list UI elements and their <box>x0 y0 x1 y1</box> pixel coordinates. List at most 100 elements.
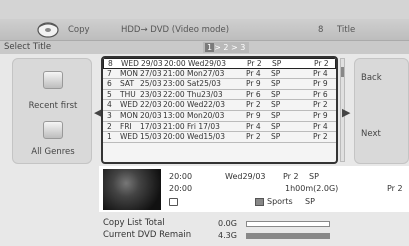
scroll-thumb[interactable] <box>341 67 344 77</box>
row-ch: Pr 9 <box>246 79 261 89</box>
row-time: 20:00 <box>163 132 185 142</box>
back-button[interactable]: Back <box>357 63 407 93</box>
info-end-time: 20:00 <box>169 184 193 193</box>
row-day: FRI <box>120 121 132 131</box>
row-name: Sat25/03 <box>187 79 221 89</box>
row-name: Wed22/03 <box>187 100 225 110</box>
all-genres-button[interactable]: All Genres <box>13 147 93 157</box>
row-ch: Pr 2 <box>246 132 261 142</box>
dvd-remain-label: Current DVD Remain <box>103 230 192 240</box>
row-ch: Pr 4 <box>246 121 261 131</box>
info-title: Wed29/03 <box>225 172 266 181</box>
row-num: 8 <box>108 59 113 68</box>
row-num: 2 <box>107 121 112 131</box>
row-day: WED <box>120 100 138 110</box>
row-ch2: Pr 4 <box>313 121 328 131</box>
dvd-remain-fill <box>247 234 329 238</box>
info-channel-right: Pr 2 <box>387 184 403 193</box>
current-page: 1 <box>205 43 215 52</box>
row-ch: Pr 4 <box>246 68 261 78</box>
title-word: Title <box>337 25 356 35</box>
action-panel: Back Next <box>354 58 409 164</box>
right-arrow-icon[interactable]: ▶ <box>342 106 350 119</box>
title-row[interactable]: 3 MON 20/03 13:00 Mon20/03 Pr 9 SP Pr 9 <box>103 111 336 122</box>
row-ch: Pr 9 <box>246 110 261 120</box>
row-time: 21:00 <box>163 121 185 131</box>
mode-label: Copy <box>68 25 90 35</box>
row-name: Mon20/03 <box>187 110 225 120</box>
title-row[interactable]: 2 FRI 17/03 21:00 Fri 17/03 Pr 4 SP Pr 4 <box>103 122 336 133</box>
title-row[interactable]: 5 THU 23/03 22:00 Thu23/03 Pr 6 SP Pr 6 <box>103 90 336 101</box>
copy-list-total-bar <box>246 221 330 227</box>
row-date: 29/03 <box>141 59 163 68</box>
info-genre: Sports <box>267 197 293 206</box>
row-name: Thu23/03 <box>187 89 223 99</box>
title-row[interactable]: 7 MON 27/03 21:00 Mon27/03 Pr 4 SP Pr 4 <box>103 69 336 80</box>
row-ch: Pr 2 <box>246 100 261 110</box>
row-time: 20:00 <box>163 100 185 110</box>
dvd-remain-value: 4.3G <box>218 231 237 240</box>
row-day: MON <box>120 110 138 120</box>
dvd-disc-icon <box>37 22 59 38</box>
row-date: 15/03 <box>140 132 162 142</box>
dvd-remain-bar <box>246 233 330 239</box>
row-time: 20:00 <box>164 59 186 68</box>
info-duration: 1h00m(2.0G) <box>285 184 339 193</box>
row-ch: Pr 6 <box>246 89 261 99</box>
row-num: 5 <box>107 89 112 99</box>
sort-panel: Recent first All Genres <box>12 58 92 164</box>
row-mode: SP <box>271 89 281 99</box>
row-ch2: Pr 4 <box>313 68 328 78</box>
title-row[interactable]: 4 WED 22/03 20:00 Wed22/03 Pr 2 SP Pr 2 <box>103 100 336 111</box>
row-date: 23/03 <box>140 89 162 99</box>
row-day: WED <box>121 59 139 68</box>
header-bar: Copy HDD→ DVD (Video mode) 8 Title <box>0 19 409 41</box>
row-ch2: Pr 2 <box>314 59 329 68</box>
row-day: THU <box>120 89 136 99</box>
row-name: Mon27/03 <box>187 68 225 78</box>
row-date: 20/03 <box>140 110 162 120</box>
row-date: 27/03 <box>140 68 162 78</box>
row-time: 13:00 <box>163 110 185 120</box>
row-ch: Pr 2 <box>247 59 262 68</box>
info-genre-mode: SP <box>305 197 315 206</box>
capacity-footer: Copy List Total 0.0G Current DVD Remain … <box>0 214 409 246</box>
title-thumbnail <box>103 169 161 210</box>
genre-badge-icon <box>255 198 264 206</box>
row-num: 4 <box>107 100 112 110</box>
row-num: 1 <box>107 132 112 142</box>
row-time: 22:00 <box>163 89 185 99</box>
row-name: Fri 17/03 <box>187 121 220 131</box>
other-pages: > 2 > 3 <box>214 43 246 52</box>
info-mode: SP <box>309 172 319 181</box>
title-info-box: 20:00 20:00 Wed29/03 Pr 2 SP 1h00m(2.0G)… <box>99 166 409 212</box>
title-row[interactable]: 1 WED 15/03 20:00 Wed15/03 Pr 2 SP Pr 2 <box>103 132 336 143</box>
row-day: MON <box>120 68 138 78</box>
row-time: 23:00 <box>163 79 185 89</box>
select-title-label: Select Title <box>4 42 52 52</box>
row-date: 25/03 <box>140 79 162 89</box>
copy-path: HDD→ DVD (Video mode) <box>121 25 230 35</box>
info-start-time: 20:00 <box>169 172 193 181</box>
recent-first-button[interactable]: Recent first <box>13 101 93 111</box>
title-row[interactable]: 8 WED 29/03 20:00 Wed29/03 Pr 2 SP Pr 2 <box>103 58 336 69</box>
copy-list-total-value: 0.0G <box>218 219 237 228</box>
row-mode: SP <box>271 132 281 142</box>
row-mode: SP <box>271 68 281 78</box>
row-num: 3 <box>107 110 112 120</box>
page-indicator[interactable]: 1 > 2 > 3 <box>203 42 249 53</box>
title-list: 8 WED 29/03 20:00 Wed29/03 Pr 2 SP Pr 2 7 MON 27/0… <box>101 56 338 164</box>
row-num: 7 <box>107 68 112 78</box>
row-day: WED <box>120 132 138 142</box>
recent-first-icon[interactable] <box>43 71 63 89</box>
title-row[interactable]: 6 SAT 25/03 23:00 Sat25/03 Pr 9 SP Pr 9 <box>103 79 336 90</box>
next-button[interactable]: Next <box>357 119 407 149</box>
row-ch2: Pr 9 <box>313 110 328 120</box>
row-ch2: Pr 6 <box>313 89 328 99</box>
guide-icon <box>169 198 178 206</box>
info-channel: Pr 2 <box>283 172 299 181</box>
copy-list-total-label: Copy List Total <box>103 218 165 228</box>
genre-icon[interactable] <box>43 121 63 139</box>
row-mode: SP <box>271 79 281 89</box>
row-time: 21:00 <box>163 68 185 78</box>
